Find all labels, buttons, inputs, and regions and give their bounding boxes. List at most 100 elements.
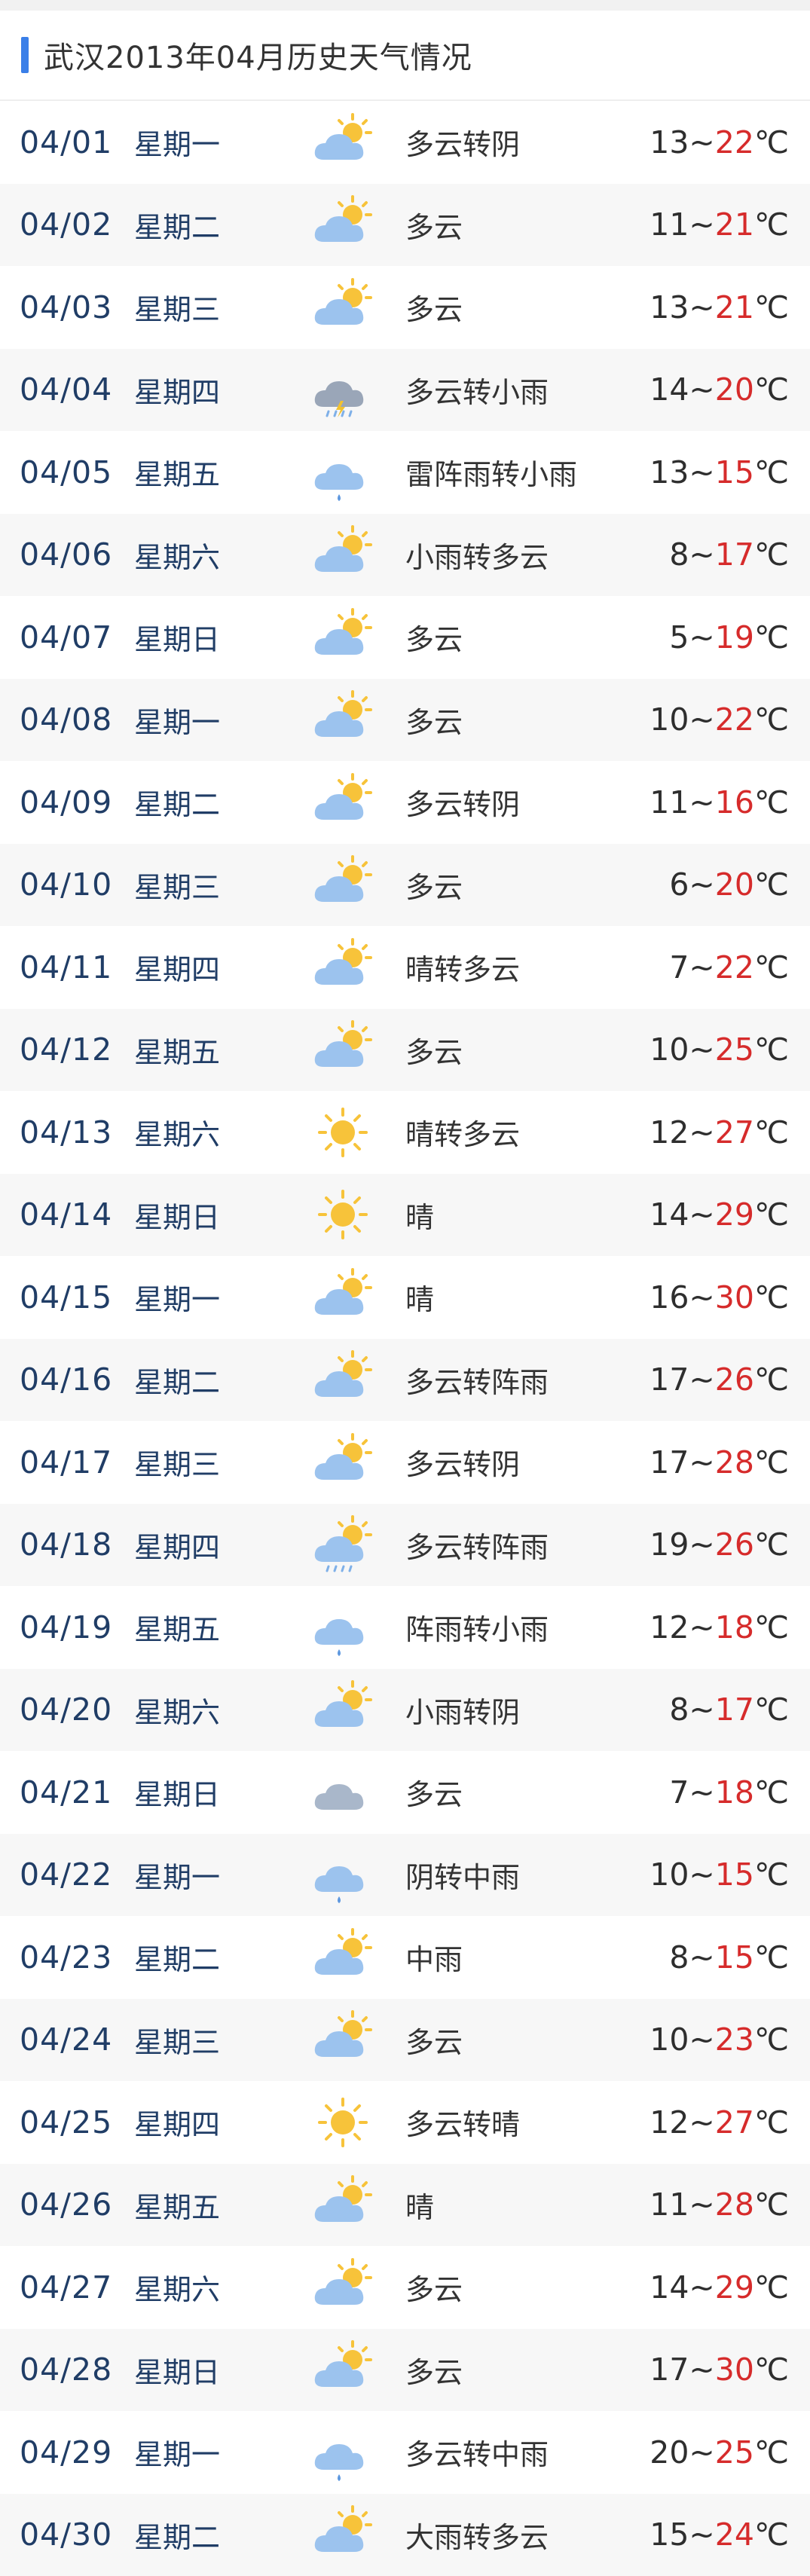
partly-cloudy-icon xyxy=(310,275,375,340)
date-label: 04/13 xyxy=(20,1114,112,1150)
weekday-label: 星期一 xyxy=(134,121,220,163)
temperature-range: 7~18℃ xyxy=(669,1774,789,1811)
weather-description: 多云 xyxy=(405,2266,463,2308)
partly-cloudy-icon xyxy=(310,2255,375,2320)
temp-unit: ℃ xyxy=(754,124,789,160)
weekday-label: 星期六 xyxy=(134,534,220,576)
partly-cloudy-icon xyxy=(310,1017,375,1082)
partly-cloudy-icon xyxy=(310,1347,375,1412)
weather-row: 04/03星期三 多云13~21℃ xyxy=(0,266,810,349)
weather-row: 04/08星期一 多云10~22℃ xyxy=(0,679,810,762)
temp-unit: ℃ xyxy=(754,1691,789,1728)
temp-separator: ~ xyxy=(689,2434,714,2471)
date-label: 04/28 xyxy=(20,2351,112,2388)
page-title: 武汉2013年04月历史天气情况 xyxy=(44,33,472,77)
temp-unit: ℃ xyxy=(754,2269,789,2306)
weekday-label: 星期三 xyxy=(134,2019,220,2061)
date-label: 04/21 xyxy=(20,1774,112,1811)
date-label: 04/10 xyxy=(20,866,112,903)
temperature-range: 10~15℃ xyxy=(650,1856,789,1893)
temp-separator: ~ xyxy=(689,784,714,820)
weather-row: 04/29星期一多云转中雨20~25℃ xyxy=(0,2411,810,2494)
weather-row: 04/02星期二 多云11~21℃ xyxy=(0,184,810,267)
temp-separator: ~ xyxy=(689,866,714,903)
low-temp: 13 xyxy=(650,124,689,160)
high-temp: 24 xyxy=(715,2516,754,2553)
temp-unit: ℃ xyxy=(754,1526,789,1563)
weekday-label: 星期五 xyxy=(134,451,220,493)
weather-description: 雷阵雨转小雨 xyxy=(405,451,577,493)
temp-separator: ~ xyxy=(689,124,714,160)
high-temp: 30 xyxy=(715,1279,754,1316)
temp-unit: ℃ xyxy=(754,619,789,655)
partly-cloudy-icon xyxy=(310,1677,375,1742)
weather-description: 晴 xyxy=(405,1276,434,1318)
weather-description: 中雨 xyxy=(405,1936,463,1978)
low-temp: 5 xyxy=(669,619,689,655)
low-temp: 14 xyxy=(650,1196,689,1233)
temperature-range: 11~16℃ xyxy=(650,784,789,820)
temp-unit: ℃ xyxy=(754,784,789,820)
weather-row: 04/27星期六 多云14~29℃ xyxy=(0,2246,810,2329)
weekday-label: 星期日 xyxy=(134,1194,220,1236)
weather-description: 晴转多云 xyxy=(405,1111,520,1153)
temperature-range: 19~26℃ xyxy=(650,1526,789,1563)
weekday-label: 星期一 xyxy=(134,2431,220,2473)
weather-row: 04/19星期五阵雨转小雨12~18℃ xyxy=(0,1586,810,1669)
weekday-label: 星期六 xyxy=(134,1689,220,1731)
temperature-range: 13~15℃ xyxy=(650,454,789,490)
temp-separator: ~ xyxy=(689,1361,714,1398)
weather-description: 多云 xyxy=(405,616,463,658)
low-temp: 11 xyxy=(650,784,689,820)
temperature-range: 17~30℃ xyxy=(650,2351,789,2388)
temperature-range: 7~22℃ xyxy=(669,949,789,985)
weather-description: 小雨转阴 xyxy=(405,1689,520,1731)
low-temp: 15 xyxy=(650,2516,689,2553)
weekday-label: 星期日 xyxy=(134,2349,220,2391)
weekday-label: 星期三 xyxy=(134,864,220,906)
low-temp: 10 xyxy=(650,701,689,738)
weather-description: 多云转晴 xyxy=(405,2101,520,2143)
low-temp: 17 xyxy=(650,1444,689,1481)
date-label: 04/17 xyxy=(20,1444,112,1481)
weather-row: 04/25星期四 多云转晴12~27℃ xyxy=(0,2081,810,2164)
weekday-label: 星期三 xyxy=(134,1441,220,1483)
temp-separator: ~ xyxy=(689,1279,714,1316)
temperature-range: 11~21℃ xyxy=(650,206,789,243)
high-temp: 26 xyxy=(715,1361,754,1398)
high-temp: 25 xyxy=(715,1031,754,1068)
temperature-range: 6~20℃ xyxy=(669,866,789,903)
low-temp: 11 xyxy=(650,2186,689,2223)
weather-row: 04/21星期日多云7~18℃ xyxy=(0,1751,810,1834)
temperature-range: 14~20℃ xyxy=(650,371,789,408)
low-temp: 16 xyxy=(650,1279,689,1316)
date-label: 04/18 xyxy=(20,1526,112,1563)
temp-unit: ℃ xyxy=(754,1856,789,1893)
temp-unit: ℃ xyxy=(754,866,789,903)
high-temp: 28 xyxy=(715,1444,754,1481)
weekday-label: 星期六 xyxy=(134,2266,220,2308)
weekday-label: 星期日 xyxy=(134,1771,220,1813)
high-temp: 27 xyxy=(715,2104,754,2141)
title-accent-bar xyxy=(21,37,29,73)
weather-row: 04/30星期二 大雨转多云15~24℃ xyxy=(0,2494,810,2576)
temp-unit: ℃ xyxy=(754,701,789,738)
low-temp: 11 xyxy=(650,206,689,243)
weather-description: 多云 xyxy=(405,1029,463,1071)
temp-unit: ℃ xyxy=(754,2021,789,2058)
temp-separator: ~ xyxy=(689,2104,714,2141)
weekday-label: 星期二 xyxy=(134,2514,220,2556)
date-label: 04/06 xyxy=(20,536,112,573)
date-label: 04/04 xyxy=(20,371,112,408)
weather-description: 大雨转多云 xyxy=(405,2514,549,2556)
sun-rain-icon xyxy=(310,1512,375,1577)
high-temp: 21 xyxy=(715,289,754,325)
partly-cloudy-icon xyxy=(310,110,375,175)
temp-separator: ~ xyxy=(689,1114,714,1150)
temp-separator: ~ xyxy=(689,1939,714,1976)
partly-cloudy-icon xyxy=(310,687,375,752)
temp-separator: ~ xyxy=(689,1856,714,1893)
weekday-label: 星期一 xyxy=(134,1276,220,1318)
weather-history-page: 武汉2013年04月历史天气情况 04/01星期一 多云转阴13~22℃04/0… xyxy=(0,0,810,2568)
partly-cloudy-icon xyxy=(310,2502,375,2567)
